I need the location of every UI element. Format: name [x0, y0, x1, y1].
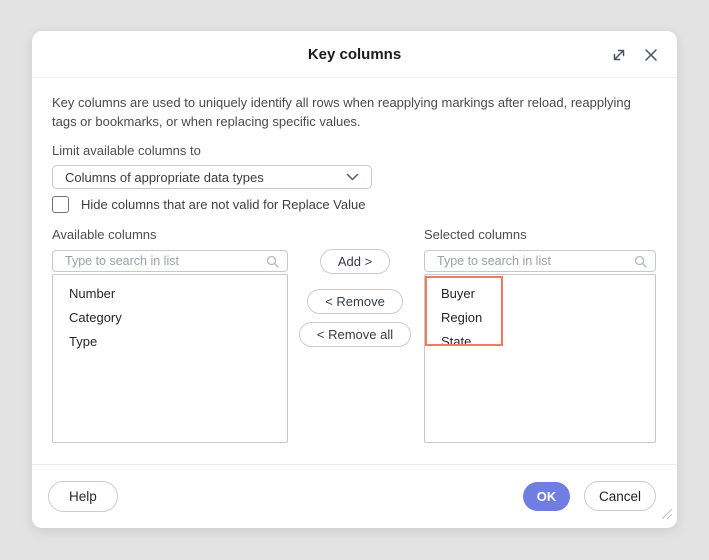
available-columns-label: Available columns: [52, 227, 157, 242]
list-item[interactable]: Category: [53, 306, 287, 330]
available-search-box: [52, 250, 288, 272]
list-item[interactable]: Buyer: [425, 282, 655, 306]
search-icon: [634, 255, 647, 268]
hide-invalid-label: Hide columns that are not valid for Repl…: [81, 197, 365, 212]
remove-all-button[interactable]: < Remove all: [299, 322, 411, 347]
list-item[interactable]: Type: [53, 330, 287, 354]
close-icon[interactable]: [643, 47, 659, 63]
list-item[interactable]: State: [425, 330, 655, 354]
resize-gripper-icon[interactable]: [658, 505, 674, 521]
limit-columns-dropdown[interactable]: Columns of appropriate data types: [52, 165, 372, 189]
chevron-down-icon: [346, 173, 359, 181]
search-icon: [266, 255, 279, 268]
help-button[interactable]: Help: [48, 481, 118, 512]
add-button[interactable]: Add >: [320, 249, 390, 274]
limit-columns-label: Limit available columns to: [52, 143, 201, 158]
dropdown-selected-value: Columns of appropriate data types: [65, 170, 264, 185]
transfer-buttons: Add > < Remove < Remove all: [287, 249, 423, 347]
remove-button[interactable]: < Remove: [307, 289, 403, 314]
header-icons: [611, 47, 659, 63]
selected-columns-label: Selected columns: [424, 227, 527, 242]
selected-search-box: [424, 250, 656, 272]
ok-button[interactable]: OK: [523, 482, 570, 511]
dialog-header: Key columns: [32, 31, 677, 78]
cancel-button[interactable]: Cancel: [584, 481, 656, 511]
selected-columns-list: Buyer Region State: [424, 274, 656, 443]
selected-search-input[interactable]: [435, 253, 634, 269]
list-item[interactable]: Number: [53, 282, 287, 306]
hide-invalid-checkbox[interactable]: [52, 196, 69, 213]
dialog-title: Key columns: [32, 31, 677, 78]
expand-icon[interactable]: [611, 47, 627, 63]
dialog-description: Key columns are used to uniquely identif…: [52, 93, 658, 131]
list-item[interactable]: Region: [425, 306, 655, 330]
available-search-input[interactable]: [63, 253, 266, 269]
hide-invalid-row: Hide columns that are not valid for Repl…: [52, 196, 365, 213]
footer-divider: [32, 464, 677, 465]
key-columns-dialog: Key columns Key columns are used to uniq…: [32, 31, 677, 528]
available-columns-list: Number Category Type: [52, 274, 288, 443]
